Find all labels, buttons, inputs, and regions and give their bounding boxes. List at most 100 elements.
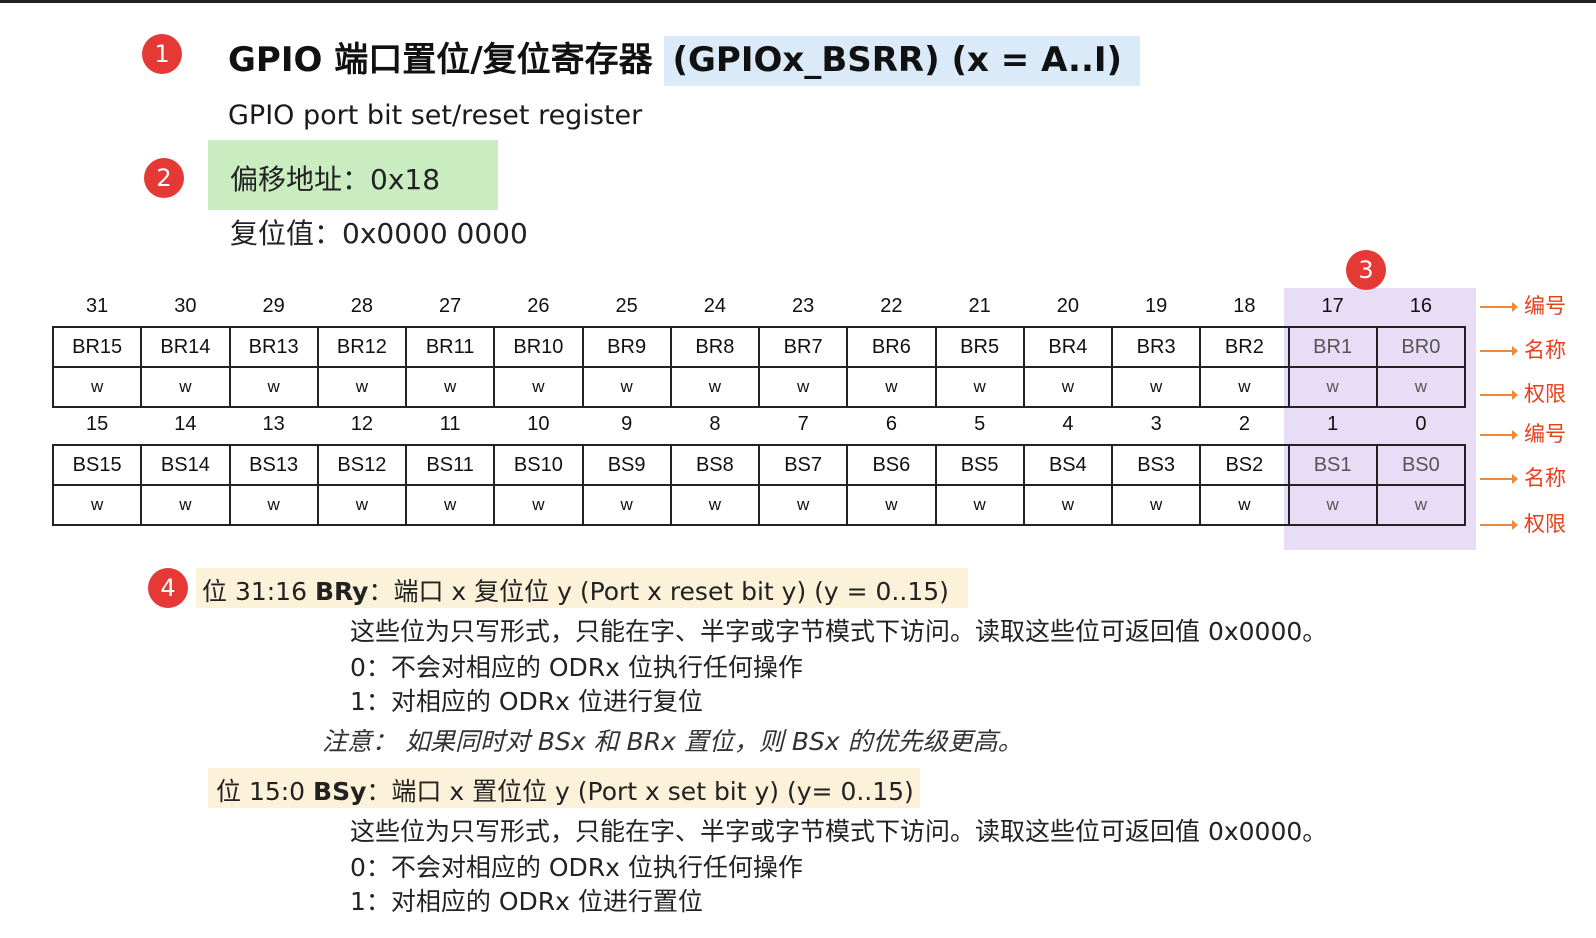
bit-permission-cell: w — [1287, 484, 1378, 526]
bit-name-cell: BR0 — [1375, 326, 1467, 368]
bit-permission-cell: w — [846, 366, 937, 408]
bit-permission-cell: w — [1110, 484, 1202, 526]
badge-4: 4 — [148, 568, 188, 608]
bit-number-row: 15 14 13 12 11 10 9 8 7 6 5 4 3 2 1 0 — [53, 404, 1465, 445]
bit-permission-cell: w — [404, 484, 496, 526]
bit-permission-cell: w — [581, 366, 672, 408]
side-label-name: 名称 — [1480, 462, 1566, 492]
bit-permission-cell: w — [757, 366, 849, 408]
bit-name-cell: BR15 — [51, 326, 143, 368]
bit-name-cell: BR14 — [140, 326, 231, 368]
bit-number-cell: 19 — [1145, 294, 1168, 317]
bit-number-cell: 17 — [1321, 294, 1344, 317]
bit-number-cell: 10 — [527, 412, 550, 435]
bit-number-cell: 11 — [439, 412, 461, 435]
bit-number-cell: 9 — [621, 412, 633, 435]
bit-name-cell: BR11 — [404, 326, 496, 368]
priority-note: 注意： 如果同时对 BSx 和 BRx 置位，则 BSx 的优先级更高。 — [322, 727, 1023, 756]
bit-number-cell: 8 — [709, 412, 721, 435]
side-label-number: 编号 — [1480, 290, 1566, 320]
bit-number-cell: 29 — [262, 294, 285, 317]
bit-name-cell: BR13 — [228, 326, 319, 368]
side-label-text: 名称 — [1524, 338, 1566, 362]
br-bit-range: 位 31:16 — [202, 577, 307, 606]
title-main: GPIO 端口置位/复位寄存器 — [228, 40, 653, 80]
arrow-icon — [1480, 346, 1518, 356]
bs-bit-range: 位 15:0 — [216, 777, 306, 806]
bit-name-cell: BS2 — [1199, 444, 1290, 486]
bit-permission-cell: w — [51, 484, 143, 526]
bit-permission-cell: w — [316, 366, 408, 408]
bit-permission-cell: w — [669, 366, 761, 408]
register-table-upper: 31 30 29 28 27 26 25 24 23 22 21 20 19 18 17 16 BR15 BR1… — [51, 286, 1467, 408]
bit-number-cell: 2 — [1238, 412, 1250, 435]
bit-number-cell: 31 — [86, 294, 109, 317]
register-table-lower: 15 14 13 12 11 10 9 8 7 6 5 4 3 2 1 0 BS15 BS14 BS13 BS12 B… — [51, 404, 1467, 526]
bs-line-3: 1：对相应的 ODRx 位进行置位 — [350, 887, 703, 916]
bit-name-cell: BS9 — [581, 444, 672, 486]
bit-permission-cell: w — [140, 366, 231, 408]
bit-number-cell: 26 — [527, 294, 550, 317]
bit-name-cell: BR8 — [669, 326, 761, 368]
bs-line-2: 0：不会对相应的 ODRx 位执行任何操作 — [350, 853, 803, 882]
bit-name-row: BR15 BR14 BR13 BR12 BR11 BR10 BR9 BR8 BR7 BR6 BR5 B… — [51, 326, 1467, 368]
badge-3: 3 — [1346, 250, 1386, 290]
bit-permission-cell: w — [669, 484, 761, 526]
bit-name-cell: BS1 — [1287, 444, 1378, 486]
bit-number-cell: 18 — [1233, 294, 1256, 317]
badge-2: 2 — [144, 158, 184, 198]
bit-name-cell: BS6 — [846, 444, 937, 486]
bit-name-cell: BR6 — [846, 326, 937, 368]
bit-number-cell: 25 — [615, 294, 638, 317]
bit-permission-cell: w — [1375, 484, 1467, 526]
bs-line-1: 这些位为只写形式，只能在字、半字或字节模式下访问。读取这些位可返回值 0x000… — [350, 817, 1328, 846]
bit-number-cell: 28 — [350, 294, 373, 317]
bit-number-cell: 23 — [792, 294, 815, 317]
bs-field-desc: ：端口 x 置位位 y (Port x set bit y) (y= 0..15… — [366, 777, 914, 806]
bit-permission-cell: w — [1022, 366, 1114, 408]
bit-permission-cell: w — [228, 366, 319, 408]
bit-name-cell: BR2 — [1199, 326, 1290, 368]
bit-permission-cell: w — [757, 484, 849, 526]
bit-name-cell: BS8 — [669, 444, 761, 486]
bit-number-cell: 20 — [1056, 294, 1079, 317]
bit-name-row: BS15 BS14 BS13 BS12 BS11 BS10 BS9 BS8 BS7 BS6 BS5 B… — [51, 444, 1467, 486]
bit-name-cell: BS0 — [1375, 444, 1467, 486]
bit-number-cell: 24 — [703, 294, 726, 317]
bit-name-cell: BR5 — [934, 326, 1025, 368]
bit-number-cell: 3 — [1150, 412, 1162, 435]
bit-name-cell: BR7 — [757, 326, 849, 368]
title-register-name: (GPIOx_BSRR) (x = A..I) — [664, 36, 1141, 86]
page-subtitle: GPIO port bit set/reset register — [228, 100, 643, 131]
bit-permission-cell: w — [1022, 484, 1114, 526]
bit-number-row: 31 30 29 28 27 26 25 24 23 22 21 20 19 18 17 16 — [53, 286, 1465, 327]
bit-name-cell: BS5 — [934, 444, 1025, 486]
bit-number-cell: 30 — [174, 294, 197, 317]
bit-name-cell: BS4 — [1022, 444, 1114, 486]
bit-permission-cell: w — [1110, 366, 1202, 408]
bit-permission-cell: w — [846, 484, 937, 526]
bit-permission-cell: w — [1375, 366, 1467, 408]
arrow-icon — [1480, 302, 1518, 312]
bit-number-cell: 1 — [1327, 412, 1339, 435]
br-line-1: 这些位为只写形式，只能在字、半字或字节模式下访问。读取这些位可返回值 0x000… — [350, 617, 1328, 646]
bit-name-cell: BS14 — [140, 444, 231, 486]
bit-permission-cell: w — [1199, 484, 1290, 526]
side-label-text: 名称 — [1524, 466, 1566, 490]
offset-address: 偏移地址：0x18 — [230, 163, 441, 196]
side-label-name: 名称 — [1480, 334, 1566, 364]
bit-name-cell: BR10 — [493, 326, 584, 368]
bit-number-cell: 4 — [1062, 412, 1074, 435]
bit-name-cell: BS10 — [493, 444, 584, 486]
bit-number-cell: 21 — [968, 294, 991, 317]
bit-number-cell: 27 — [439, 294, 462, 317]
bit-name-cell: BR3 — [1110, 326, 1202, 368]
bit-name-cell: BS15 — [51, 444, 143, 486]
br-field-name: BRy — [314, 577, 369, 606]
bit-name-cell: BR4 — [1022, 326, 1114, 368]
bit-name-cell: BS3 — [1110, 444, 1202, 486]
bit-number-cell: 22 — [880, 294, 903, 317]
bit-permission-cell: w — [228, 484, 319, 526]
bit-permission-cell: w — [493, 484, 584, 526]
side-label-text: 编号 — [1524, 422, 1566, 446]
